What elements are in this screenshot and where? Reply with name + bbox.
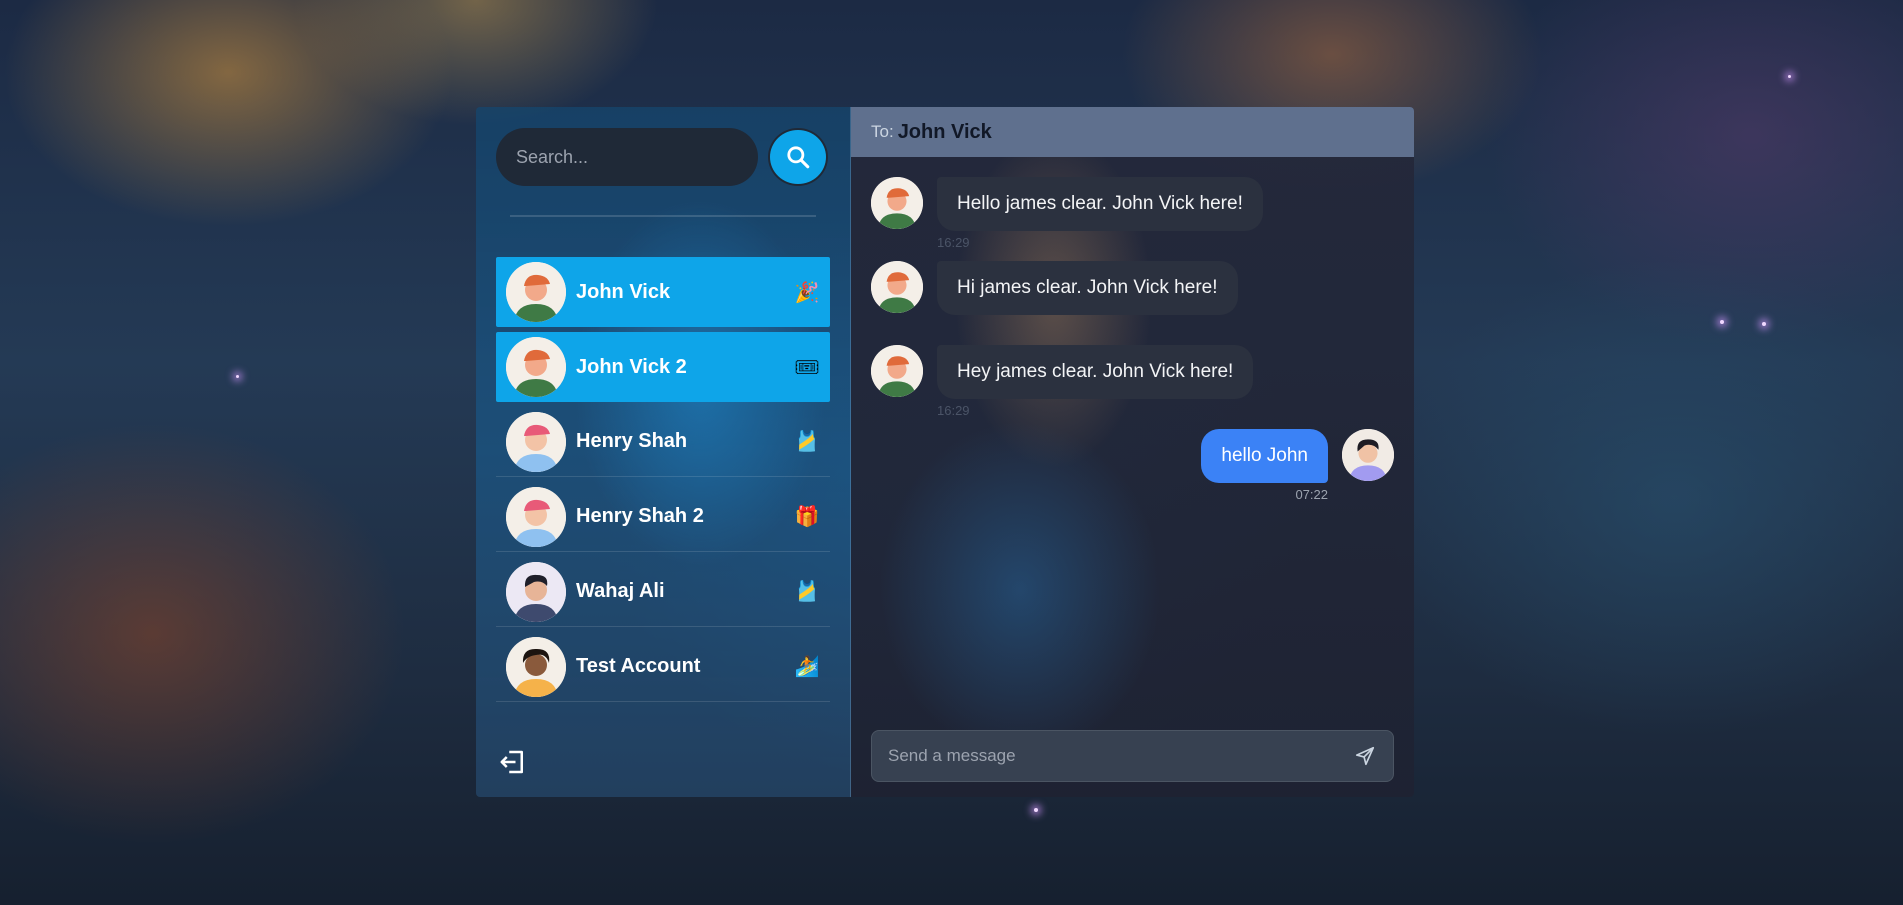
contact-item-john-vick-2[interactable]: John Vick 2 🎟 — [496, 332, 830, 402]
contact-item-henry-shah-2[interactable]: Henry Shah 2 🎁 — [496, 482, 830, 552]
message-composer — [871, 730, 1394, 782]
contact-name: John Vick — [576, 280, 671, 303]
contact-name: Test Account — [576, 655, 701, 677]
message-bubble: Hey james clear. John Vick here! — [937, 345, 1254, 399]
star — [1788, 75, 1791, 78]
contact-name: Wahaj Ali — [576, 580, 665, 602]
avatar — [1342, 429, 1394, 481]
message-bubble: Hello james clear. John Vick here! — [937, 177, 1263, 231]
sidebar: John Vick 🎉 John Vick 2 🎟 Henry Shah 🎽 — [476, 107, 851, 797]
search-bar — [496, 127, 830, 187]
contact-list: John Vick 🎉 John Vick 2 🎟 Henry Shah 🎽 H… — [496, 257, 830, 707]
message-item: Hello james clear. John Vick here! 16:29 — [871, 177, 1394, 250]
avatar — [871, 345, 923, 397]
message-bubble: hello John — [1201, 429, 1328, 483]
contact-item-test-account[interactable]: Test Account 🏄 — [496, 632, 830, 702]
avatar — [506, 561, 566, 622]
star — [1762, 322, 1766, 326]
ticket-icon: 🎟 — [794, 356, 820, 379]
sidebar-divider — [510, 215, 816, 217]
chat-app-window: John Vick 🎉 John Vick 2 🎟 Henry Shah 🎽 — [476, 107, 1414, 797]
recipient-name: John Vick — [897, 120, 992, 143]
sash-icon: 🎽 — [794, 431, 820, 453]
avatar — [506, 411, 566, 472]
message-time: 16:29 — [937, 403, 970, 418]
avatar — [506, 486, 566, 547]
message-item-mine: hello John 07:22 — [871, 429, 1394, 502]
message-item: Hey james clear. John Vick here! 16:29 — [871, 345, 1394, 418]
contact-item-henry-shah[interactable]: Henry Shah 🎽 — [496, 407, 830, 477]
message-item: Hi james clear. John Vick here! — [871, 261, 1394, 315]
message-input[interactable] — [886, 745, 1351, 767]
to-label: To: — [871, 122, 894, 141]
message-bubble: Hi james clear. John Vick here! — [937, 261, 1238, 315]
star — [1034, 808, 1038, 812]
contact-item-wahaj-ali[interactable]: Wahaj Ali 🎽 — [496, 557, 830, 627]
gift-icon: 🎁 — [794, 506, 820, 528]
surfer-icon: 🏄 — [794, 656, 820, 678]
star — [1720, 320, 1724, 324]
star — [236, 375, 239, 378]
chat-header: To: John Vick — [851, 107, 1414, 157]
avatar — [506, 262, 566, 322]
send-icon — [1355, 746, 1375, 766]
message-time: 16:29 — [937, 235, 970, 250]
chat-panel: To: John Vick Hello james clear. John Vi… — [851, 107, 1414, 797]
message-list: Hello james clear. John Vick here! 16:29… — [871, 177, 1394, 513]
search-icon — [787, 146, 810, 169]
avatar — [871, 261, 923, 313]
search-button[interactable] — [768, 128, 828, 186]
sash-icon: 🎽 — [794, 581, 820, 603]
contact-name: Henry Shah 2 — [576, 505, 704, 527]
contact-name: John Vick 2 — [576, 355, 687, 378]
avatar — [871, 177, 923, 229]
logout-icon — [500, 750, 523, 774]
party-popper-icon: 🎉 — [794, 281, 820, 304]
avatar — [506, 337, 566, 397]
send-button[interactable] — [1351, 742, 1379, 770]
search-input[interactable] — [496, 128, 758, 186]
logout-button[interactable] — [498, 747, 528, 777]
avatar — [506, 636, 566, 697]
message-time: 07:22 — [1295, 487, 1328, 502]
contact-name: Henry Shah — [576, 430, 688, 452]
contact-item-john-vick[interactable]: John Vick 🎉 — [496, 257, 830, 327]
